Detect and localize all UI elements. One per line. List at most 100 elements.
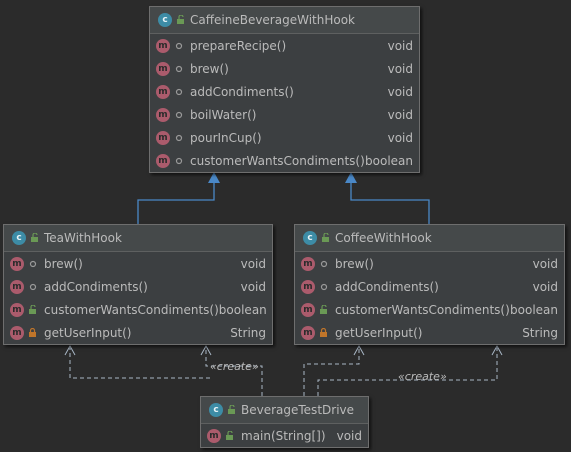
method-name: prepareRecipe() (190, 38, 287, 53)
method-return-type: boolean (218, 302, 267, 317)
method-return-type: void (240, 256, 266, 271)
class-header[interactable]: c BeverageTestDrive (201, 397, 368, 424)
unlock-icon (321, 233, 331, 243)
method-m-icon: m (207, 428, 221, 443)
method-return-type: void (240, 279, 266, 294)
method-list: m main(String[]) void (201, 424, 368, 447)
method-return-type: void (387, 38, 413, 53)
method-name: brew() (44, 256, 83, 271)
driver-create-coffee-edge-outer (303, 348, 360, 396)
method-m-icon: m (156, 84, 170, 99)
driver-create-tea-arrowhead-outer (64, 344, 76, 356)
coffee-inherits-arrowhead (345, 172, 357, 183)
method-name: addCondiments() (335, 279, 439, 294)
method-return-type: void (387, 130, 413, 145)
method-m-icon: m (10, 256, 24, 271)
method-row[interactable]: m customerWantsCondiments() boolean (295, 298, 564, 321)
driver-create-tea-edge-outer (69, 348, 210, 379)
method-return-type: void (387, 84, 413, 99)
method-name: addCondiments() (190, 84, 294, 99)
class-beverage-test-drive[interactable]: c BeverageTestDrive m main(String[]) void (200, 396, 369, 448)
class-header[interactable]: c CaffeineBeverageWithHook (150, 7, 419, 34)
method-m-icon: m (156, 130, 170, 145)
class-c-icon: c (12, 231, 26, 245)
class-header[interactable]: c TeaWithHook (4, 225, 272, 252)
method-name: customerWantsCondiments() (190, 153, 365, 168)
method-name: main(String[]) (241, 428, 326, 443)
class-name: CaffeineBeverageWithHook (190, 13, 355, 27)
method-row[interactable]: m prepareRecipe() void (150, 34, 419, 57)
unlock-icon (319, 304, 329, 315)
method-m-icon: m (301, 325, 315, 340)
circle-dot-icon (174, 156, 184, 166)
class-name: TeaWithHook (44, 231, 122, 245)
method-name: addCondiments() (44, 279, 148, 294)
circle-dot-icon (319, 282, 329, 292)
method-row[interactable]: m pourInCup() void (150, 126, 419, 149)
class-c-icon: c (158, 13, 172, 27)
circle-dot-icon (28, 282, 38, 292)
circle-dot-icon (28, 259, 38, 269)
method-name: customerWantsCondiments() (335, 302, 510, 317)
lock-icon (28, 327, 38, 338)
method-m-icon: m (10, 302, 24, 317)
method-name: pourInCup() (190, 130, 262, 145)
class-tea-with-hook[interactable]: c TeaWithHook m brew() void m addCondiments(… (3, 224, 273, 345)
method-row[interactable]: m addCondiments() void (150, 80, 419, 103)
method-name: getUserInput() (44, 325, 132, 340)
method-return-type: boolean (365, 153, 413, 168)
method-m-icon: m (156, 61, 170, 76)
driver-create-coffee-arrowhead-outer (353, 344, 365, 356)
class-name: CoffeeWithHook (335, 231, 432, 245)
class-caffeine-beverage-with-hook[interactable]: c CaffeineBeverageWithHook m prepareRecip… (149, 6, 420, 173)
class-header[interactable]: c CoffeeWithHook (295, 225, 564, 252)
circle-dot-icon (174, 87, 184, 97)
method-row[interactable]: m addCondiments() void (295, 275, 564, 298)
unlock-icon (28, 304, 38, 315)
method-m-icon: m (156, 107, 170, 122)
method-return-type: void (387, 61, 413, 76)
method-row[interactable]: m brew() void (150, 57, 419, 80)
method-name: brew() (190, 61, 229, 76)
tea-inherits-edge (137, 180, 215, 224)
method-m-icon: m (301, 302, 315, 317)
method-row[interactable]: m addCondiments() void (4, 275, 272, 298)
method-return-type: boolean (510, 302, 558, 317)
create-label-coffee: «create» (398, 370, 447, 383)
method-row[interactable]: m main(String[]) void (201, 424, 368, 447)
method-m-icon: m (10, 279, 24, 294)
method-name: getUserInput() (335, 325, 423, 340)
method-row[interactable]: m getUserInput() String (4, 321, 272, 344)
method-m-icon: m (156, 153, 170, 168)
method-row[interactable]: m brew() void (295, 252, 564, 275)
method-return-type: String (522, 325, 558, 340)
driver-create-coffee-arrowhead-inner (491, 344, 503, 356)
method-row[interactable]: m customerWantsCondiments() boolean (150, 149, 419, 172)
unlock-icon (225, 430, 235, 441)
method-row[interactable]: m customerWantsCondiments() boolean (4, 298, 272, 321)
method-row[interactable]: m boilWater() void (150, 103, 419, 126)
method-return-type: void (387, 107, 413, 122)
tea-inherits-arrowhead (208, 172, 220, 183)
method-return-type: void (336, 428, 362, 443)
circle-dot-icon (174, 64, 184, 74)
class-coffee-with-hook[interactable]: c CoffeeWithHook m brew() void m addCondimen… (294, 224, 565, 345)
circle-dot-icon (174, 133, 184, 143)
method-list: m brew() void m addCondiments() void m customer… (4, 252, 272, 344)
method-list: m prepareRecipe() void m brew() void m addCondi… (150, 34, 419, 172)
method-return-type: String (230, 325, 266, 340)
circle-dot-icon (174, 41, 184, 51)
unlock-icon (30, 233, 40, 243)
method-m-icon: m (10, 325, 24, 340)
circle-dot-icon (319, 259, 329, 269)
method-list: m brew() void m addCondiments() void m customer… (295, 252, 564, 344)
lock-icon (319, 327, 329, 338)
method-return-type: void (532, 256, 558, 271)
method-name: boilWater() (190, 107, 257, 122)
method-row[interactable]: m getUserInput() String (295, 321, 564, 344)
coffee-inherits-edge (350, 180, 430, 224)
unlock-icon (176, 15, 186, 25)
class-c-icon: c (209, 403, 223, 417)
method-row[interactable]: m brew() void (4, 252, 272, 275)
method-m-icon: m (301, 256, 315, 271)
